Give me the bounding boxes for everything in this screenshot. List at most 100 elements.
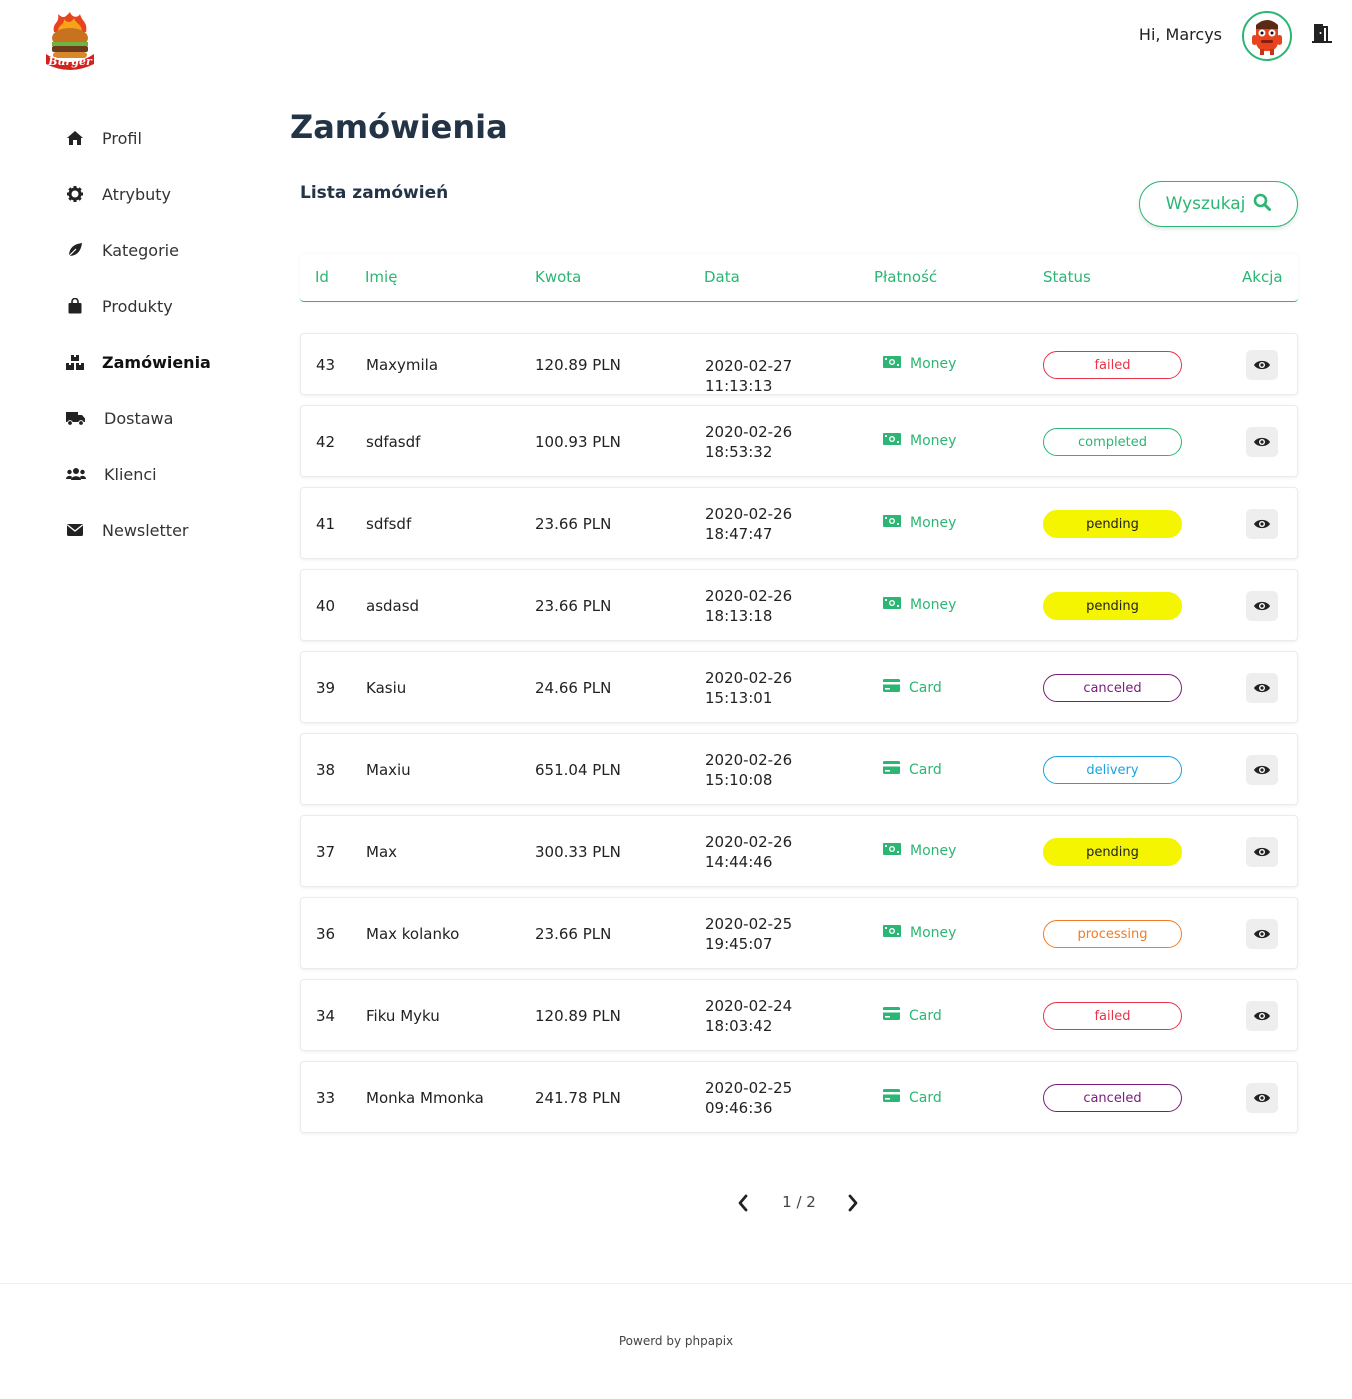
- chevron-right-icon[interactable]: [846, 1194, 860, 1216]
- sidebar-item-atrybuty[interactable]: Atrybuty: [66, 166, 266, 222]
- view-order-button[interactable]: [1246, 837, 1278, 867]
- view-order-button[interactable]: [1246, 919, 1278, 949]
- money-bill-icon: [883, 925, 910, 941]
- search-button-label: Wyszukaj: [1165, 194, 1246, 214]
- footer-credit: Powerd by phpapix: [618, 1334, 734, 1348]
- table-row: 37 Max 300.33 PLN 2020-02-26 14:44:46 Money p…: [300, 815, 1298, 887]
- credit-card-icon: [883, 1089, 909, 1106]
- status-badge: pending: [1043, 838, 1182, 866]
- order-date: 2020-02-26 18:13:18: [705, 587, 793, 625]
- view-order-button[interactable]: [1246, 1083, 1278, 1113]
- logout-icon[interactable]: [1310, 22, 1334, 44]
- credit-card-icon: [883, 761, 909, 778]
- table-row: 34 Fiku Myku 120.89 PLN 2020-02-24 18:03:42…: [300, 979, 1298, 1051]
- sidebar-item-kategorie[interactable]: Kategorie: [66, 222, 266, 278]
- order-name: Max kolanko: [366, 925, 460, 943]
- order-id: 39: [316, 679, 336, 697]
- truck-icon: [66, 409, 86, 427]
- credit-card-icon: [883, 1007, 909, 1024]
- eye-icon: [1253, 1010, 1271, 1022]
- sidebar-item-zamowienia[interactable]: Zamówienia: [66, 334, 266, 390]
- view-order-button[interactable]: [1246, 673, 1278, 703]
- column-header-id: Id: [315, 268, 329, 286]
- view-order-button[interactable]: [1246, 591, 1278, 621]
- sidebar-item-dostawa[interactable]: Dostawa: [66, 390, 266, 446]
- order-id: 40: [316, 597, 336, 615]
- money-bill-icon: [883, 597, 910, 613]
- sidebar-item-label: Profil: [102, 128, 142, 148]
- order-name: Maxiu: [366, 761, 411, 779]
- payment-method: Money: [883, 597, 956, 613]
- sidebar-item-label: Atrybuty: [102, 184, 172, 204]
- order-id: 43: [316, 356, 336, 374]
- table-row: 43 Maxymila 120.89 PLN 2020-02-27 11:13:13 M…: [300, 333, 1298, 395]
- table-row: 41 sdfsdf 23.66 PLN 2020-02-26 18:47:47 Mone…: [300, 487, 1298, 559]
- order-id: 36: [316, 925, 336, 943]
- order-id: 34: [316, 1007, 336, 1025]
- table-row: 36 Max kolanko 23.66 PLN 2020-02-25 19:45:0…: [300, 897, 1298, 969]
- order-name: asdasd: [366, 597, 420, 615]
- view-order-button[interactable]: [1246, 509, 1278, 539]
- eye-icon: [1253, 436, 1271, 448]
- order-date: 2020-02-27 11:13:13: [705, 357, 793, 395]
- payment-label: Card: [909, 1089, 942, 1106]
- shopping-bag-icon: [66, 297, 84, 315]
- eye-icon: [1253, 359, 1271, 371]
- view-order-button[interactable]: [1246, 427, 1278, 457]
- avatar[interactable]: [1242, 11, 1292, 61]
- burger-logo[interactable]: Burger: [44, 12, 96, 74]
- eye-icon: [1253, 1092, 1271, 1104]
- status-badge: canceled: [1043, 674, 1182, 702]
- table-row: 40 asdasd 23.66 PLN 2020-02-26 18:13:18 Mone…: [300, 569, 1298, 641]
- money-bill-icon: [883, 515, 910, 531]
- order-id: 33: [316, 1089, 336, 1107]
- order-amount: 120.89 PLN: [535, 356, 621, 374]
- view-order-button[interactable]: [1246, 755, 1278, 785]
- view-order-button[interactable]: [1246, 1001, 1278, 1031]
- payment-method: Money: [883, 925, 956, 941]
- user-greeting: Hi, Marcys: [1138, 25, 1222, 44]
- column-header-action: Akcja: [1242, 268, 1283, 286]
- order-amount: 24.66 PLN: [535, 679, 612, 697]
- order-date: 2020-02-26 18:47:47: [705, 505, 793, 543]
- page-title: Zamówienia: [290, 108, 508, 146]
- table-row: 39 Kasiu 24.66 PLN 2020-02-26 15:13:01 Card c…: [300, 651, 1298, 723]
- table-header: Id Imię Kwota Data Płatność Status Akcja: [300, 254, 1298, 302]
- search-button[interactable]: Wyszukaj: [1139, 181, 1298, 227]
- status-badge: failed: [1043, 351, 1182, 379]
- sidebar-item-label: Kategorie: [102, 240, 179, 260]
- status-badge: pending: [1043, 510, 1182, 538]
- order-id: 37: [316, 843, 336, 861]
- payment-label: Money: [910, 515, 957, 531]
- payment-label: Card: [909, 1007, 942, 1024]
- order-amount: 241.78 PLN: [535, 1089, 621, 1107]
- order-name: Kasiu: [366, 679, 407, 697]
- order-name: Fiku Myku: [366, 1007, 440, 1025]
- order-date: 2020-02-26 14:44:46: [705, 833, 793, 871]
- status-badge: processing: [1043, 920, 1182, 948]
- status-badge: canceled: [1043, 1084, 1182, 1112]
- money-bill-icon: [883, 843, 910, 859]
- column-header-payment: Płatność: [874, 268, 938, 286]
- sidebar-item-label: Produkty: [102, 296, 173, 316]
- envelope-icon: [66, 521, 84, 539]
- pagination: 1 / 2: [730, 1190, 868, 1216]
- payment-method: Card: [883, 1089, 942, 1106]
- status-badge: failed: [1043, 1002, 1182, 1030]
- money-bill-icon: [883, 356, 910, 372]
- sidebar-item-klienci[interactable]: Klienci: [66, 446, 266, 502]
- order-date: 2020-02-24 18:03:42: [705, 997, 793, 1035]
- eye-icon: [1253, 682, 1271, 694]
- payment-method: Card: [883, 1007, 942, 1024]
- order-name: Monka Mmonka: [366, 1089, 484, 1107]
- eye-icon: [1253, 600, 1271, 612]
- sidebar-item-produkty[interactable]: Produkty: [66, 278, 266, 334]
- view-order-button[interactable]: [1246, 350, 1278, 380]
- payment-label: Money: [910, 433, 957, 449]
- payment-label: Card: [909, 761, 942, 778]
- sidebar-item-label: Zamówienia: [102, 352, 211, 372]
- chevron-left-icon[interactable]: [736, 1194, 750, 1216]
- sidebar-item-newsletter[interactable]: Newsletter: [66, 502, 266, 558]
- order-id: 38: [316, 761, 336, 779]
- sidebar-item-profil[interactable]: Profil: [66, 110, 266, 166]
